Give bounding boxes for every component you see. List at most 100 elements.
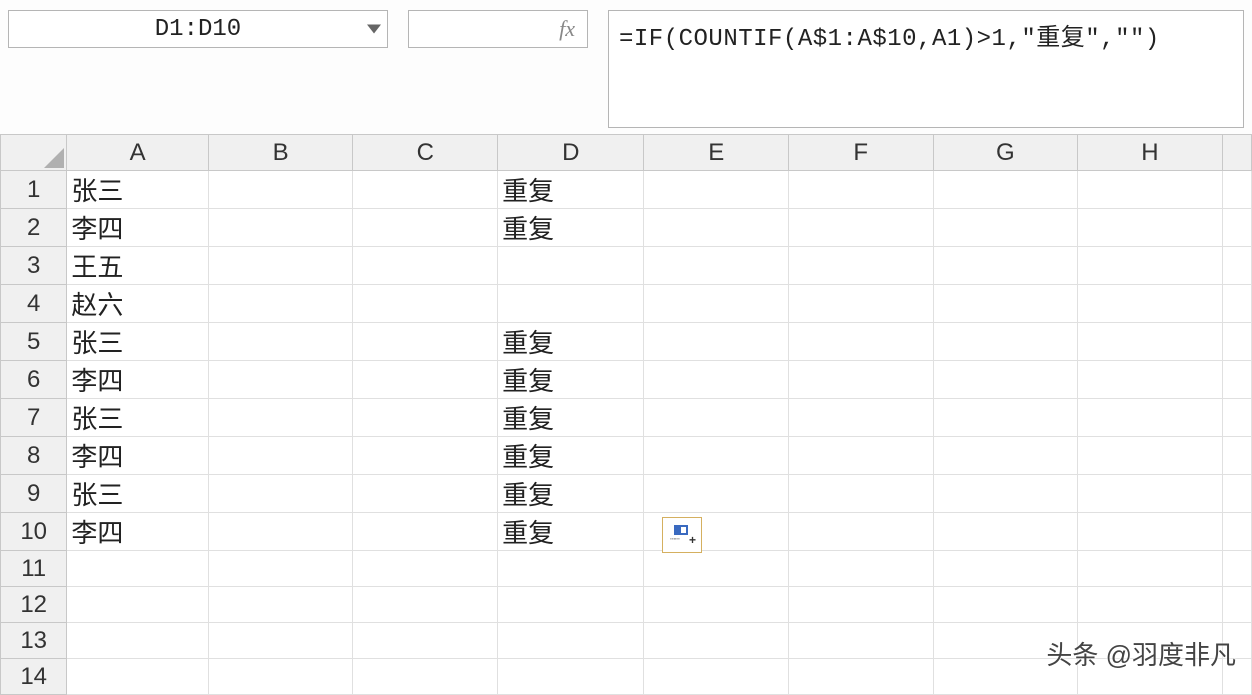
cell-C13[interactable] xyxy=(353,623,498,659)
name-box-dropdown-icon[interactable] xyxy=(367,25,381,34)
cell-G11[interactable] xyxy=(933,551,1078,587)
row-header-6[interactable]: 6 xyxy=(1,361,67,399)
cell-F8[interactable] xyxy=(789,437,934,475)
cell-C6[interactable] xyxy=(353,361,498,399)
cell-edge-7[interactable] xyxy=(1222,399,1251,437)
cell-E1[interactable] xyxy=(644,171,789,209)
cell-B14[interactable] xyxy=(208,659,353,695)
cell-G7[interactable] xyxy=(933,399,1078,437)
cell-H12[interactable] xyxy=(1078,587,1223,623)
cell-edge-4[interactable] xyxy=(1222,285,1251,323)
cell-G2[interactable] xyxy=(933,209,1078,247)
cell-E2[interactable] xyxy=(644,209,789,247)
cell-C14[interactable] xyxy=(353,659,498,695)
cell-E6[interactable] xyxy=(644,361,789,399)
cell-F1[interactable] xyxy=(789,171,934,209)
cell-H4[interactable] xyxy=(1078,285,1223,323)
cell-C3[interactable] xyxy=(353,247,498,285)
cell-B9[interactable] xyxy=(208,475,353,513)
cell-D5[interactable]: 重复 xyxy=(498,323,644,361)
cell-G1[interactable] xyxy=(933,171,1078,209)
cell-D2[interactable]: 重复 xyxy=(498,209,644,247)
row-header-4[interactable]: 4 xyxy=(1,285,67,323)
cell-A4[interactable]: 赵六 xyxy=(67,285,209,323)
cell-B13[interactable] xyxy=(208,623,353,659)
cell-F6[interactable] xyxy=(789,361,934,399)
row-header-1[interactable]: 1 xyxy=(1,171,67,209)
cell-D4[interactable] xyxy=(498,285,644,323)
name-box[interactable]: D1:D10 xyxy=(8,10,388,48)
cell-F9[interactable] xyxy=(789,475,934,513)
cell-B5[interactable] xyxy=(208,323,353,361)
cell-D12[interactable] xyxy=(498,587,644,623)
cell-edge-5[interactable] xyxy=(1222,323,1251,361)
cell-H5[interactable] xyxy=(1078,323,1223,361)
cell-edge-6[interactable] xyxy=(1222,361,1251,399)
cell-A6[interactable]: 李四 xyxy=(67,361,209,399)
cell-D3[interactable] xyxy=(498,247,644,285)
cell-A10[interactable]: 李四 xyxy=(67,513,209,551)
cell-A11[interactable] xyxy=(67,551,209,587)
cell-A3[interactable]: 王五 xyxy=(67,247,209,285)
cell-A13[interactable] xyxy=(67,623,209,659)
cell-B1[interactable] xyxy=(208,171,353,209)
col-header-F[interactable]: F xyxy=(789,135,934,171)
cell-B6[interactable] xyxy=(208,361,353,399)
cell-G6[interactable] xyxy=(933,361,1078,399)
cell-D10[interactable]: 重复 xyxy=(498,513,644,551)
autofill-options-button[interactable]: ┄┄ + xyxy=(662,517,702,553)
cell-edge-2[interactable] xyxy=(1222,209,1251,247)
cell-E9[interactable] xyxy=(644,475,789,513)
cell-A9[interactable]: 张三 xyxy=(67,475,209,513)
cell-B8[interactable] xyxy=(208,437,353,475)
cell-H6[interactable] xyxy=(1078,361,1223,399)
col-header-B[interactable]: B xyxy=(208,135,353,171)
cell-H7[interactable] xyxy=(1078,399,1223,437)
cell-G8[interactable] xyxy=(933,437,1078,475)
cell-D13[interactable] xyxy=(498,623,644,659)
cell-E14[interactable] xyxy=(644,659,789,695)
row-header-9[interactable]: 9 xyxy=(1,475,67,513)
cell-H11[interactable] xyxy=(1078,551,1223,587)
cell-D6[interactable]: 重复 xyxy=(498,361,644,399)
cell-B3[interactable] xyxy=(208,247,353,285)
cell-F12[interactable] xyxy=(789,587,934,623)
cell-D11[interactable] xyxy=(498,551,644,587)
cell-E5[interactable] xyxy=(644,323,789,361)
cell-edge-11[interactable] xyxy=(1222,551,1251,587)
cell-A1[interactable]: 张三 xyxy=(67,171,209,209)
col-header-H[interactable]: H xyxy=(1078,135,1223,171)
cell-C1[interactable] xyxy=(353,171,498,209)
cell-E11[interactable] xyxy=(644,551,789,587)
cell-F3[interactable] xyxy=(789,247,934,285)
cell-A5[interactable]: 张三 xyxy=(67,323,209,361)
cell-E7[interactable] xyxy=(644,399,789,437)
cell-B4[interactable] xyxy=(208,285,353,323)
cell-E12[interactable] xyxy=(644,587,789,623)
col-header-C[interactable]: C xyxy=(353,135,498,171)
cell-E8[interactable] xyxy=(644,437,789,475)
fx-box[interactable]: fx xyxy=(408,10,588,48)
formula-input[interactable]: =IF(COUNTIF(A$1:A$10,A1)>1,"重复","") xyxy=(608,10,1244,128)
cell-edge-10[interactable] xyxy=(1222,513,1251,551)
cell-D7[interactable]: 重复 xyxy=(498,399,644,437)
cell-F4[interactable] xyxy=(789,285,934,323)
cell-A8[interactable]: 李四 xyxy=(67,437,209,475)
cell-A12[interactable] xyxy=(67,587,209,623)
col-header-G[interactable]: G xyxy=(933,135,1078,171)
col-header-edge[interactable] xyxy=(1222,135,1251,171)
cell-D9[interactable]: 重复 xyxy=(498,475,644,513)
row-header-12[interactable]: 12 xyxy=(1,587,67,623)
cell-B7[interactable] xyxy=(208,399,353,437)
cell-C11[interactable] xyxy=(353,551,498,587)
cell-A7[interactable]: 张三 xyxy=(67,399,209,437)
cell-F7[interactable] xyxy=(789,399,934,437)
cell-F11[interactable] xyxy=(789,551,934,587)
cell-edge-9[interactable] xyxy=(1222,475,1251,513)
col-header-A[interactable]: A xyxy=(67,135,209,171)
cell-G4[interactable] xyxy=(933,285,1078,323)
cell-F14[interactable] xyxy=(789,659,934,695)
col-header-D[interactable]: D xyxy=(498,135,644,171)
cell-edge-1[interactable] xyxy=(1222,171,1251,209)
select-all-corner[interactable] xyxy=(1,135,67,171)
